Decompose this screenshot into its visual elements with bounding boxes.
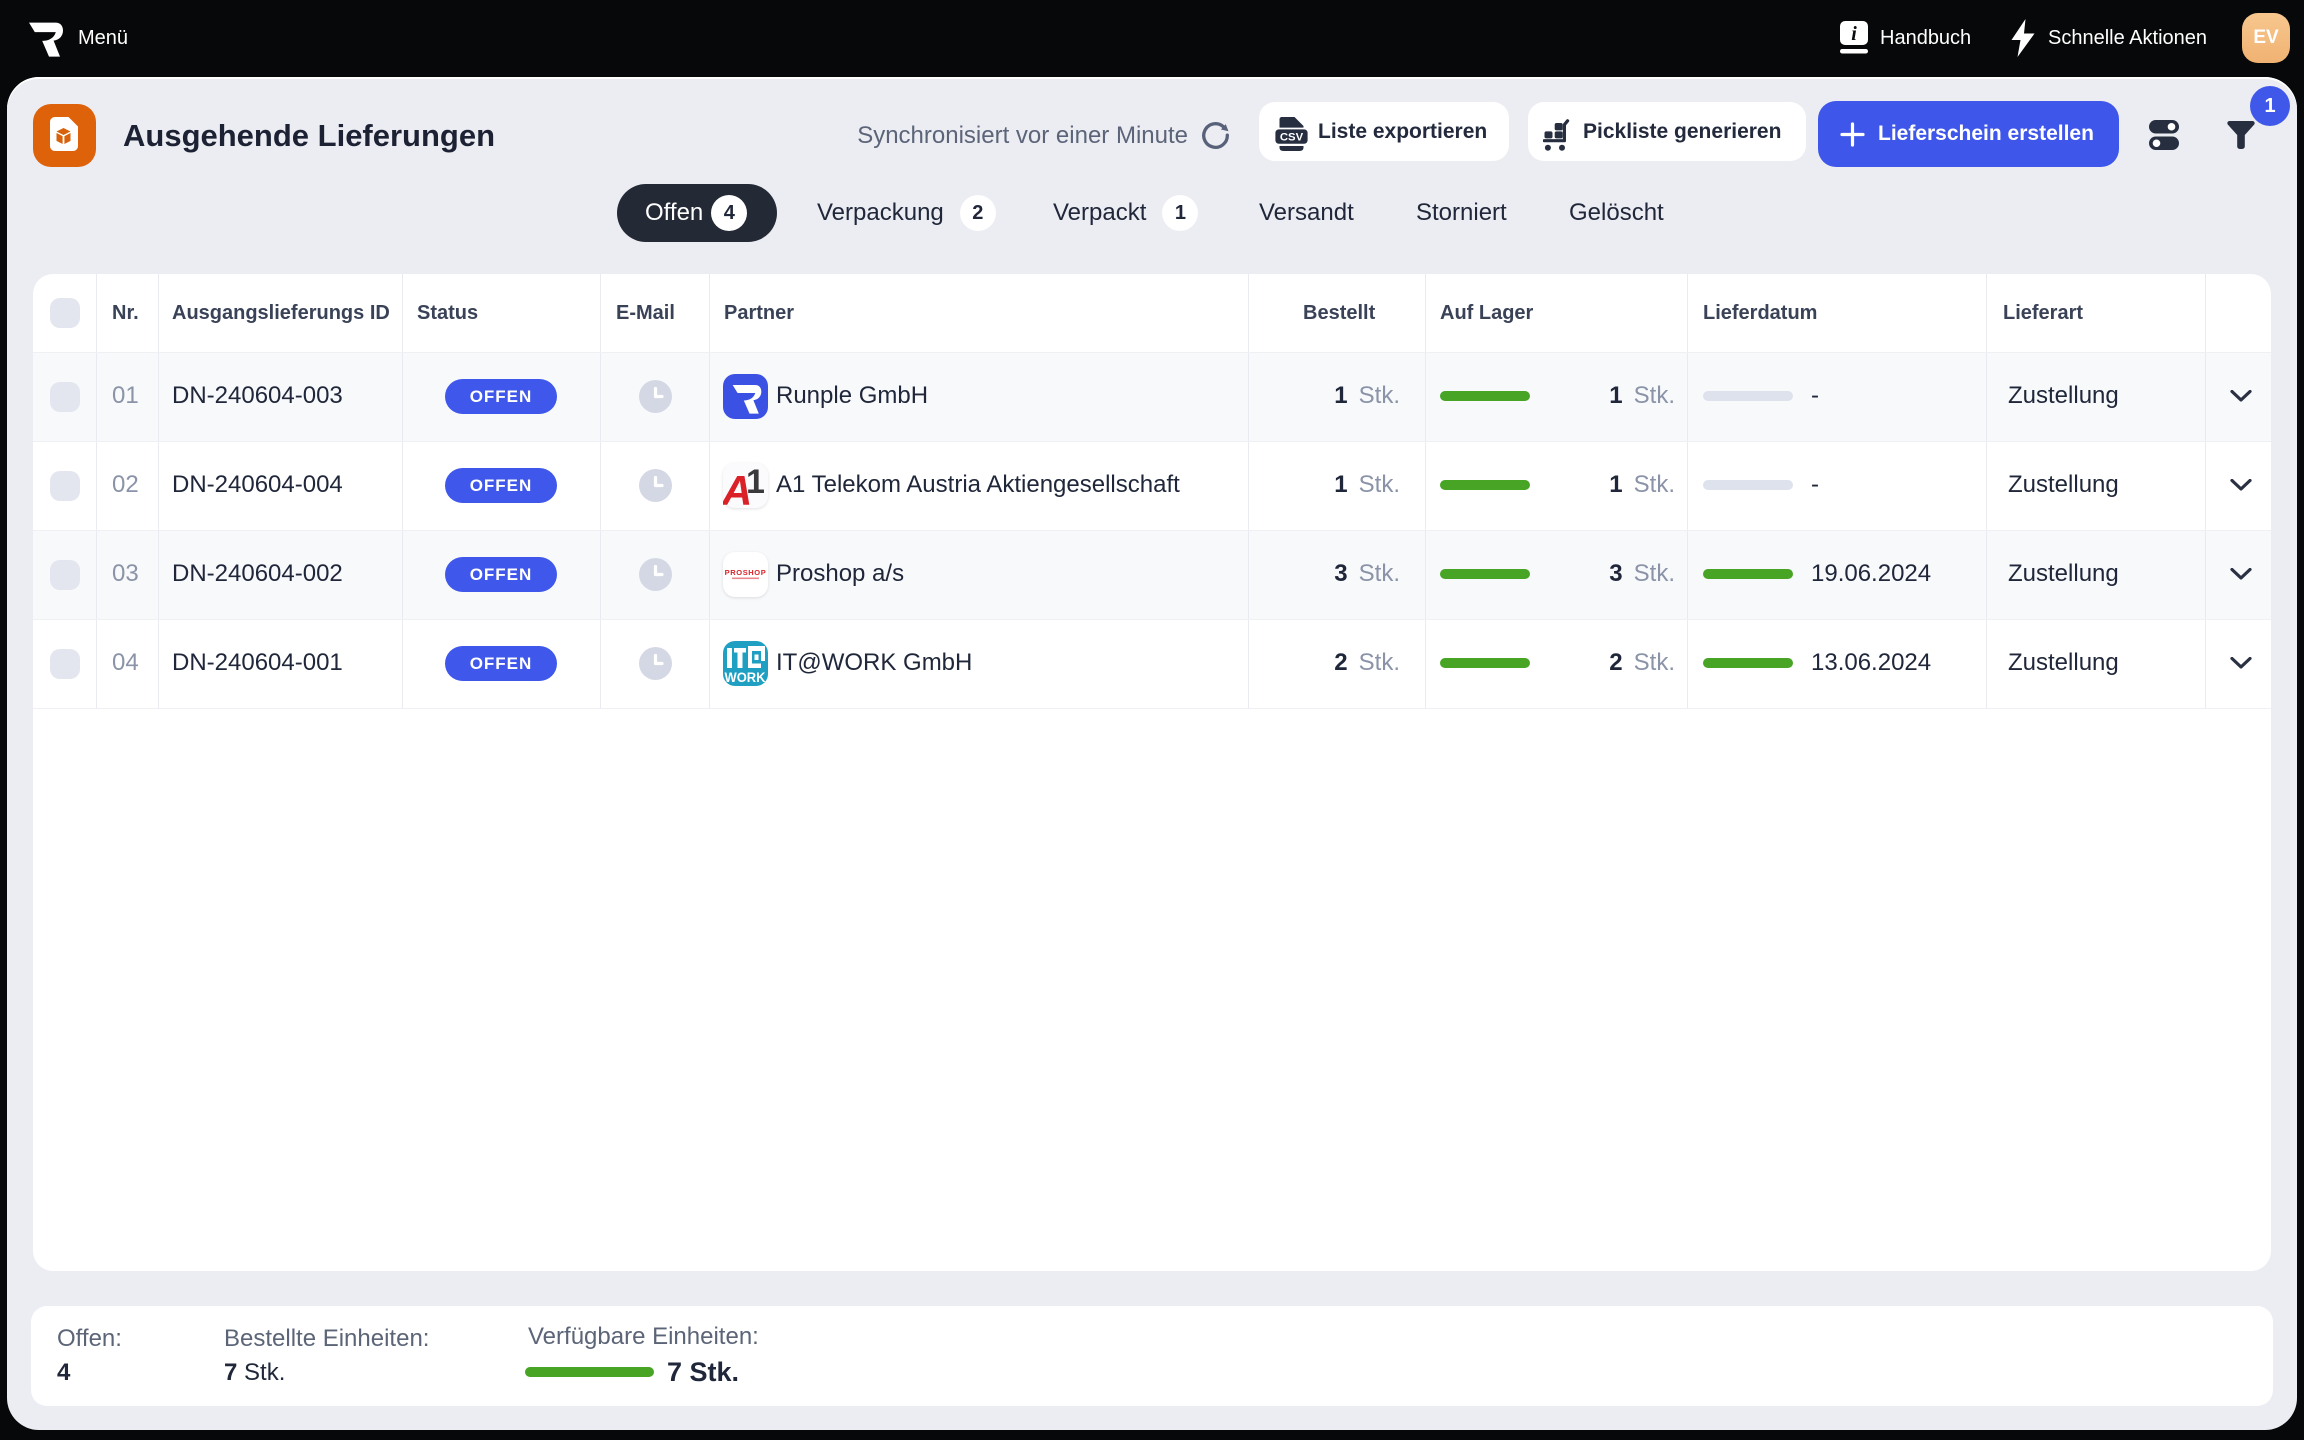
svg-text:i: i [1851, 23, 1857, 45]
svg-text:CSV: CSV [1280, 132, 1304, 144]
svg-text:1: 1 [746, 463, 765, 501]
svg-text:PROSHOP: PROSHOP [725, 568, 767, 577]
svg-text:WORK: WORK [725, 670, 766, 685]
